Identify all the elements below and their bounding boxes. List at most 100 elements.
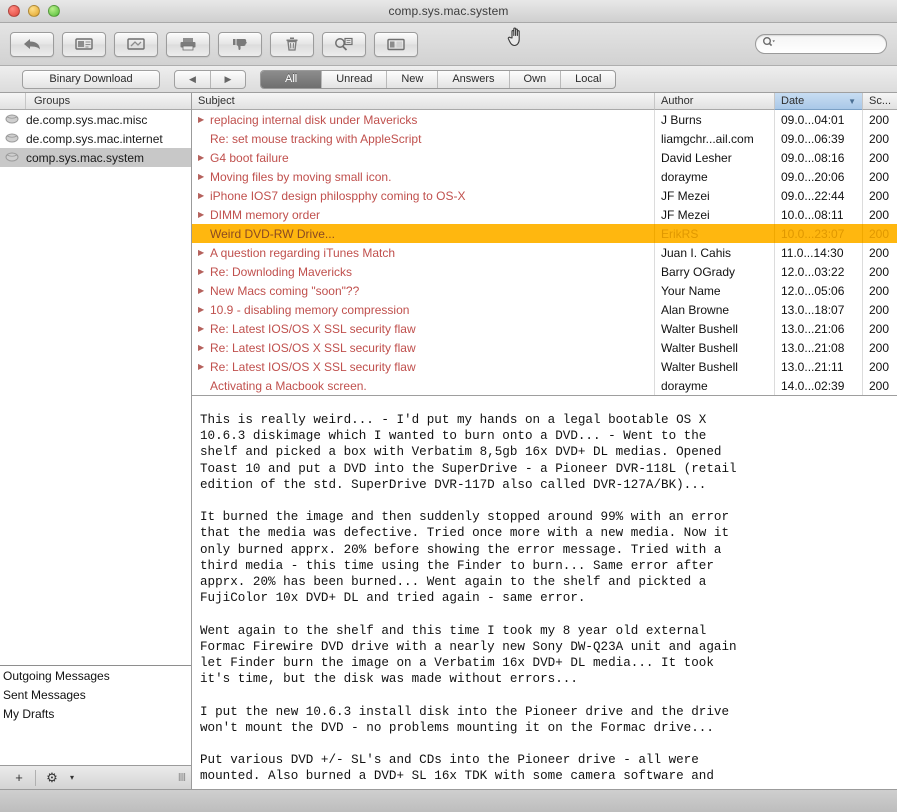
add-group-button[interactable]: + (6, 769, 32, 787)
mailbox-item-drafts[interactable]: My Drafts (0, 704, 191, 723)
chevron-down-icon[interactable]: ▾ (65, 769, 79, 787)
delete-button[interactable] (270, 31, 314, 57)
settings-gear-icon[interactable]: ⚙ (39, 769, 65, 787)
row-author: JF Mezei (654, 205, 774, 224)
row-author: ErikRS (654, 224, 774, 243)
row-subject: Activating a Macbook screen. (210, 378, 367, 393)
row-author: Barry OGrady (654, 262, 774, 281)
mailbox-list: Outgoing Messages Sent Messages My Draft… (0, 665, 191, 765)
row-subject: iPhone IOS7 design philospphy coming to … (210, 188, 466, 203)
next-message-button[interactable]: ▶ (210, 70, 245, 88)
footer-divider (35, 769, 36, 786)
table-row[interactable]: ▶ Moving files by moving small icon. dora… (192, 167, 897, 186)
print-button[interactable] (166, 31, 210, 57)
disclosure-triangle-icon[interactable]: ▶ (198, 324, 206, 333)
row-subject: Moving files by moving small icon. (210, 169, 392, 184)
sidebar-footer: + ⚙ ▾ ‖‖ (0, 765, 191, 789)
disclosure-triangle-icon[interactable]: ▶ (198, 172, 206, 181)
disclosure-triangle-icon[interactable]: ▶ (198, 305, 206, 314)
table-row[interactable]: ▶ New Macs coming "soon"?? Your Name 12.0… (192, 281, 897, 300)
group-item-de-comp-sys-mac-misc[interactable]: de.comp.sys.mac.misc (0, 110, 191, 129)
row-date: 09.0...04:01 (774, 110, 862, 129)
card-search-icon (334, 37, 354, 51)
reply-button[interactable] (10, 31, 54, 57)
search-magnifier-icon (762, 35, 776, 53)
row-subject: replacing internal disk under Mavericks (210, 112, 418, 127)
disclosure-triangle-icon[interactable]: ▶ (198, 153, 206, 162)
row-date: 13.0...21:06 (774, 319, 862, 338)
row-score: 200 (862, 186, 897, 205)
column-header-subject[interactable]: Subject (192, 93, 654, 110)
table-row[interactable]: ▶ Re: Latest IOS/OS X SSL security flaw W… (192, 319, 897, 338)
row-date: 09.0...08:16 (774, 148, 862, 167)
groups-column-header: Groups (0, 93, 191, 110)
group-item-label: de.comp.sys.mac.misc (26, 112, 148, 127)
row-date: 13.0...21:08 (774, 338, 862, 357)
filter-tab-all[interactable]: All (261, 70, 322, 88)
column-header-date[interactable]: Date ▼ (774, 93, 862, 110)
table-row[interactable]: ▶ 10.9 - disabling memory compression Ala… (192, 300, 897, 319)
disclosure-triangle-icon[interactable]: ▶ (198, 267, 206, 276)
toggle-layout-button[interactable] (374, 31, 418, 57)
table-row[interactable]: ▶Activating a Macbook screen. dorayme 14… (192, 376, 897, 395)
disclosure-triangle-icon[interactable]: ▶ (198, 115, 206, 124)
filter-tab-answers[interactable]: Answers (437, 70, 508, 88)
table-row[interactable]: ▶ Re: Latest IOS/OS X SSL security flaw W… (192, 357, 897, 376)
disclosure-triangle-icon[interactable]: ▶ (198, 248, 206, 257)
filter-bar: Binary Download ◀ ▶ All Unread New Answe… (0, 66, 897, 93)
column-header-author[interactable]: Author (654, 93, 774, 110)
search-field[interactable] (755, 34, 887, 54)
row-author: dorayme (654, 167, 774, 186)
row-author: Walter Bushell (654, 357, 774, 376)
table-row[interactable]: ▶ replacing internal disk under Mavericks… (192, 110, 897, 129)
table-row[interactable]: ▶Re: set mouse tracking with AppleScript… (192, 129, 897, 148)
group-item-de-comp-sys-mac-internet[interactable]: de.comp.sys.mac.internet (0, 129, 191, 148)
filter-tab-local[interactable]: Local (560, 70, 615, 88)
table-row[interactable]: ▶ A question regarding iTunes Match Juan … (192, 243, 897, 262)
row-score: 200 (862, 262, 897, 281)
row-author: dorayme (654, 376, 774, 395)
mailbox-item-outgoing[interactable]: Outgoing Messages (0, 666, 191, 685)
filter-tab-new[interactable]: New (386, 70, 437, 88)
mark-unwanted-button[interactable] (218, 31, 262, 57)
row-date: 13.0...18:07 (774, 300, 862, 319)
disclosure-triangle-icon[interactable]: ▶ (198, 210, 206, 219)
row-date: 09.0...06:39 (774, 129, 862, 148)
message-body-pane[interactable]: This is really weird... - I'd put my han… (192, 396, 897, 789)
row-author: Alan Browne (654, 300, 774, 319)
table-row[interactable]: ▶ Re: Latest IOS/OS X SSL security flaw W… (192, 338, 897, 357)
disclosure-triangle-icon[interactable]: ▶ (198, 343, 206, 352)
filter-tab-own[interactable]: Own (508, 70, 561, 88)
row-subject: Re: Latest IOS/OS X SSL security flaw (210, 321, 416, 336)
table-row[interactable]: ▶ iPhone IOS7 design philospphy coming to… (192, 186, 897, 205)
table-row[interactable]: ▶ DIMM memory order JF Mezei 10.0...08:11… (192, 205, 897, 224)
table-row[interactable]: ▶ Re: Downloding Mavericks Barry OGrady 1… (192, 262, 897, 281)
binary-download-button[interactable]: Binary Download (22, 69, 160, 89)
table-row-selected[interactable]: ▶Weird DVD-RW Drive... ErikRS 10.0...23:… (192, 224, 897, 243)
disclosure-triangle-icon[interactable]: ▶ (198, 362, 206, 371)
row-date: 09.0...22:44 (774, 186, 862, 205)
row-score: 200 (862, 338, 897, 357)
group-item-comp-sys-mac-system[interactable]: comp.sys.mac.system (0, 148, 191, 167)
content-pane: Subject Author Date ▼ Sc... ▶ replacing i… (192, 93, 897, 789)
sidebar: Groups de.comp.sys.mac.misc de.comp.sys.… (0, 93, 192, 789)
toolbar (0, 23, 897, 66)
disclosure-triangle-icon[interactable]: ▶ (198, 191, 206, 200)
new-message-button[interactable] (62, 31, 106, 57)
status-bar (0, 789, 897, 812)
resize-grip[interactable]: ‖‖ (178, 772, 186, 784)
table-row[interactable]: ▶ G4 boot failure David Lesher 09.0...08:… (192, 148, 897, 167)
disclosure-triangle-icon[interactable]: ▶ (198, 286, 206, 295)
filter-tab-unread[interactable]: Unread (321, 70, 386, 88)
row-score: 200 (862, 129, 897, 148)
row-score: 200 (862, 300, 897, 319)
column-header-score[interactable]: Sc... (862, 93, 897, 110)
mailbox-item-sent[interactable]: Sent Messages (0, 685, 191, 704)
search-input[interactable] (776, 36, 876, 52)
row-subject: A question regarding iTunes Match (210, 245, 395, 260)
groups-header-label[interactable]: Groups (25, 93, 191, 109)
find-message-button[interactable] (322, 31, 366, 57)
forward-button[interactable] (114, 31, 158, 57)
previous-message-button[interactable]: ◀ (175, 71, 210, 88)
image-arrow-icon (127, 37, 145, 51)
